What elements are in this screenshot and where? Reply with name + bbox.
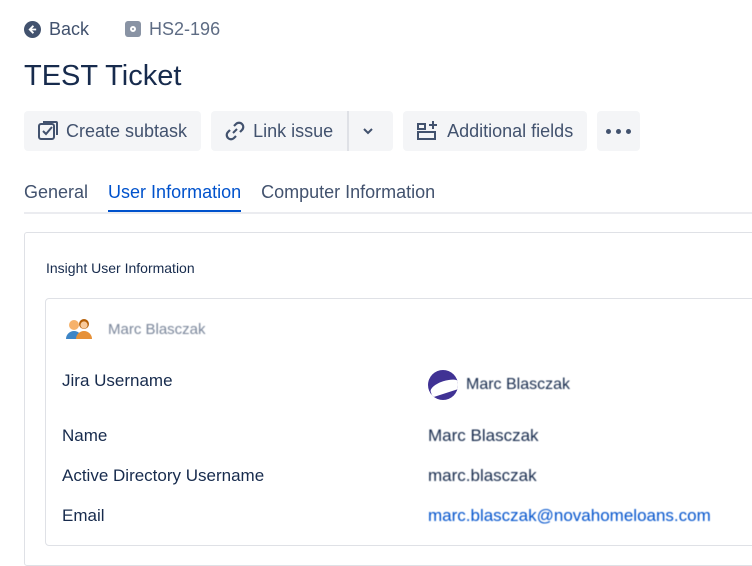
- chevron-down-icon: [363, 128, 373, 135]
- tab-user-information[interactable]: User Information: [108, 178, 242, 212]
- tab-computer-information[interactable]: Computer Information: [261, 178, 435, 212]
- additional-fields-label: Additional fields: [447, 120, 574, 141]
- tab-general[interactable]: General: [24, 178, 88, 212]
- object-name: Marc Blasczak: [108, 320, 206, 338]
- top-nav: Back HS2-196: [24, 17, 220, 41]
- create-subtask-label: Create subtask: [66, 120, 188, 141]
- field-label-email: Email: [62, 506, 105, 525]
- arrow-left-icon: [24, 20, 41, 38]
- field-value-jira-username[interactable]: Marc Blasczak: [428, 370, 570, 400]
- back-button[interactable]: Back: [24, 19, 89, 40]
- additional-fields-button[interactable]: Additional fields: [403, 111, 588, 151]
- link-icon: [225, 121, 245, 141]
- insight-panel: Insight User Information Marc Blasczak J…: [24, 232, 752, 566]
- more-icon-dot: [616, 128, 622, 134]
- add-fields-icon: [417, 121, 438, 140]
- field-value-ad-username: marc.blasczak: [428, 466, 537, 485]
- link-issue-split: Link issue: [211, 111, 394, 151]
- page-title: TEST Ticket: [24, 60, 182, 92]
- more-actions-button[interactable]: [597, 111, 641, 151]
- more-icon-dot: [626, 128, 632, 134]
- tab-bar: General User Information Computer Inform…: [24, 178, 752, 214]
- field-label-jira-username: Jira Username: [62, 371, 173, 390]
- email-link[interactable]: marc.blasczak@novahomeloans.com: [428, 506, 711, 526]
- issue-toolbar: Create subtask Link issue Additional fie…: [24, 111, 641, 151]
- people-icon: [66, 319, 92, 339]
- field-label-ad-username: Active Directory Username: [62, 466, 265, 485]
- link-issue-dropdown[interactable]: [347, 111, 394, 151]
- jira-username-value: Marc Blasczak: [466, 376, 571, 393]
- link-issue-button[interactable]: Link issue: [211, 111, 348, 151]
- insight-object-card: Marc Blasczak Jira Username Marc Blascza…: [45, 298, 752, 546]
- issue-key: HS2-196: [149, 18, 221, 39]
- back-label: Back: [49, 18, 90, 39]
- create-subtask-button[interactable]: Create subtask: [24, 111, 202, 151]
- field-value-name: Marc Blasczak: [428, 426, 539, 445]
- more-icon: [606, 128, 612, 134]
- subtask-icon: [38, 121, 58, 140]
- issue-type-icon: [125, 21, 142, 37]
- panel-title: Insight User Information: [46, 260, 195, 276]
- issue-key-link[interactable]: HS2-196: [125, 19, 220, 40]
- avatar: [428, 370, 458, 400]
- field-label-name: Name: [62, 426, 108, 445]
- object-header[interactable]: Marc Blasczak: [64, 317, 206, 341]
- link-issue-label: Link issue: [253, 120, 334, 141]
